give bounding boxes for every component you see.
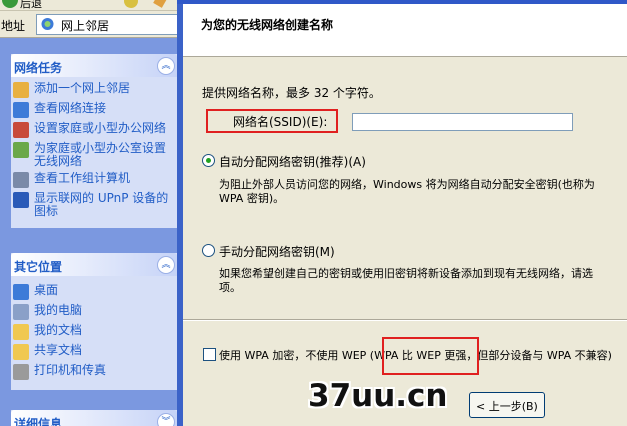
place-label[interactable]: 我的电脑 [34, 304, 82, 317]
other-places-header[interactable]: 其它位置 ︽ [11, 253, 177, 276]
manual-key-label[interactable]: 手动分配网络密钥(M) [219, 243, 335, 260]
network-tasks-title: 网络任务 [14, 61, 63, 75]
wizard-heading: 为您的无线网络创建名称 [201, 18, 334, 32]
network-connections-icon [13, 102, 29, 118]
toolbar: 后退 [0, 0, 185, 11]
task-label[interactable]: 添加一个网上邻居 [34, 82, 130, 95]
task-label[interactable]: 查看网络连接 [34, 102, 106, 115]
network-tasks-header[interactable]: 网络任务 ︽ [11, 54, 177, 77]
wizard-header: 为您的无线网络创建名称 [183, 4, 627, 57]
auto-key-radio[interactable] [202, 154, 215, 167]
my-computer-icon [13, 304, 29, 320]
back-arrow-icon[interactable] [2, 0, 18, 8]
details-title: 详细信息 [14, 417, 63, 426]
address-input[interactable]: 网上邻居 [36, 14, 182, 35]
wpa-highlight-box [382, 337, 479, 375]
task-label[interactable]: 查看工作组计算机 [34, 172, 130, 185]
address-bar: 地址 网上邻居 [0, 11, 185, 38]
wireless-setup-wizard: 为您的无线网络创建名称 提供网络名称，最多 32 个字符。 网络名(SSID)(… [177, 0, 627, 426]
place-label[interactable]: 打印机和传真 [34, 364, 106, 377]
manual-key-radio[interactable] [202, 244, 215, 257]
place-my-documents[interactable]: 我的文档 [11, 324, 177, 340]
place-label[interactable]: 桌面 [34, 284, 58, 297]
add-network-place-icon [13, 82, 29, 98]
auto-key-desc-line2: WPA 密钥)。 [219, 192, 285, 205]
other-places-title: 其它位置 [14, 260, 63, 274]
address-label: 地址 [1, 19, 26, 33]
wireless-network-icon [13, 142, 29, 158]
collapse-chevron-icon[interactable]: ︽ [157, 57, 175, 75]
auto-key-label[interactable]: 自动分配网络密钥(推荐)(A) [219, 153, 366, 170]
back-label[interactable]: 后退 [20, 0, 42, 11]
network-places-icon [41, 18, 54, 30]
back-button-label: < 上一步(B) [476, 400, 538, 413]
collapse-chevron-icon[interactable]: ︾ [157, 413, 175, 426]
watermark-text: 37uu.cn [308, 378, 448, 414]
place-label[interactable]: 我的文档 [34, 324, 82, 337]
instruction-text: 提供网络名称，最多 32 个字符。 [202, 86, 381, 100]
task-label[interactable]: 显示联网的 UPnP 设备的图标 [34, 192, 177, 218]
task-upnp[interactable]: 显示联网的 UPnP 设备的图标 [11, 192, 177, 218]
details-panel: 详细信息 ︾ [11, 410, 177, 426]
manual-key-desc-line1: 如果您希望创建自己的密钥或使用旧密钥将新设备添加到现有无线网络，请选 [219, 267, 593, 280]
upnp-icon [13, 192, 29, 208]
network-tasks-panel: 网络任务 ︽ 添加一个网上邻居 查看网络连接 设置家庭或小型办公网络 为家庭或小… [11, 54, 177, 228]
place-printers[interactable]: 打印机和传真 [11, 364, 177, 380]
wizard-border [177, 4, 183, 426]
ssid-input[interactable] [352, 113, 573, 131]
forward-arrow-icon[interactable] [124, 0, 138, 8]
other-places-panel: 其它位置 ︽ 桌面 我的电脑 我的文档 共享文档 打印机和传真 [11, 253, 177, 390]
wep-checkbox[interactable] [203, 348, 216, 361]
workgroup-icon [13, 172, 29, 188]
ssid-label: 网络名(SSID)(E): [233, 115, 328, 129]
back-button[interactable]: < 上一步(B) [469, 392, 545, 418]
place-my-computer[interactable]: 我的电脑 [11, 304, 177, 320]
place-shared-documents[interactable]: 共享文档 [11, 344, 177, 360]
task-home-network[interactable]: 设置家庭或小型办公网络 [11, 122, 177, 138]
place-desktop[interactable]: 桌面 [11, 284, 177, 300]
home-network-icon [13, 122, 29, 138]
task-network-connections[interactable]: 查看网络连接 [11, 102, 177, 118]
task-wireless-network[interactable]: 为家庭或小型办公室设置无线网络 [11, 142, 177, 168]
manual-key-desc-line2: 项。 [219, 281, 241, 294]
wizard-divider [183, 319, 627, 321]
my-documents-icon [13, 324, 29, 340]
task-label[interactable]: 设置家庭或小型办公网络 [34, 122, 166, 135]
task-label[interactable]: 为家庭或小型办公室设置无线网络 [34, 142, 177, 168]
details-header[interactable]: 详细信息 ︾ [11, 410, 177, 426]
desktop-icon [13, 284, 29, 300]
task-add-network-place[interactable]: 添加一个网上邻居 [11, 82, 177, 98]
shared-documents-icon [13, 344, 29, 360]
collapse-chevron-icon[interactable]: ︽ [157, 256, 175, 274]
address-value: 网上邻居 [61, 19, 110, 33]
task-workgroup[interactable]: 查看工作组计算机 [11, 172, 177, 188]
printer-icon [13, 364, 29, 380]
folder-up-icon[interactable] [153, 0, 167, 8]
place-label[interactable]: 共享文档 [34, 344, 82, 357]
explorer-window: 后退 地址 网上邻居 网络任务 ︽ 添加一个网上邻居 查看网络连接 设置家庭或小… [0, 0, 185, 426]
